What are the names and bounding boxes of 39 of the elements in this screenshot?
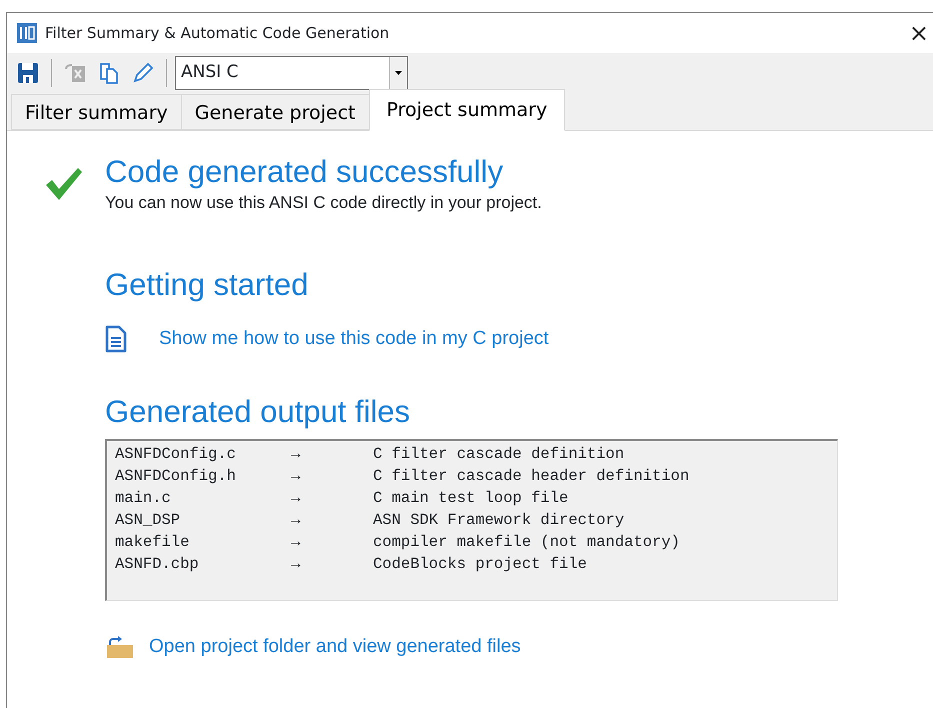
file-description: ASN SDK Framework directory	[373, 510, 624, 529]
section-heading: Getting started	[105, 266, 310, 303]
document-icon	[105, 325, 127, 354]
caret-icon	[395, 71, 402, 75]
folder-icon	[105, 634, 135, 659]
arrow-text: →	[291, 488, 302, 509]
arrow-text: →	[291, 466, 302, 487]
app-icon	[17, 23, 37, 43]
tab[interactable]: Project summary	[368, 88, 566, 131]
file-name: ASNFD.cbp	[115, 554, 200, 575]
status-message: You can now use this ANSI C code directly in your project.	[105, 192, 542, 214]
file-description: C filter cascade definition	[373, 444, 624, 463]
export-icon	[63, 61, 87, 85]
arrow-text: →	[291, 554, 302, 575]
copy-icon	[97, 61, 121, 85]
section-heading: Generated output files	[105, 393, 412, 431]
arrow-text: →	[291, 532, 302, 553]
file-description: C filter cascade header definition	[373, 466, 690, 485]
file-name: ASN_DSP	[115, 510, 182, 531]
close-button[interactable]: ×	[908, 21, 929, 45]
checkmark-icon	[45, 167, 83, 201]
help-link[interactable]: Show me how to use this code in my C project	[159, 324, 549, 354]
file-name: main.c	[115, 488, 172, 509]
file-name: makefile	[115, 532, 190, 553]
arrow-text: →	[291, 510, 302, 531]
save-icon	[16, 61, 40, 85]
file-description: compiler makefile (not mandatory)	[373, 532, 680, 551]
status-title: Code generated successfully	[105, 153, 504, 190]
tab[interactable]: Generate project	[180, 94, 370, 130]
file-name: ASNFDConfig.c	[115, 444, 237, 465]
arrow-text: →	[291, 444, 302, 465]
window-title: Filter Summary & Automatic Code Generation	[45, 22, 390, 44]
open-folder-link[interactable]: Open project folder and view generated files	[149, 632, 521, 662]
file-name: ASNFDConfig.h	[115, 466, 237, 487]
file-description: CodeBlocks project file	[373, 554, 587, 573]
tab[interactable]: Filter summary	[11, 94, 182, 130]
file-description: C main test loop file	[373, 488, 568, 507]
language-dropdown[interactable]: ANSI C	[175, 56, 408, 90]
pencil-icon	[131, 61, 155, 85]
